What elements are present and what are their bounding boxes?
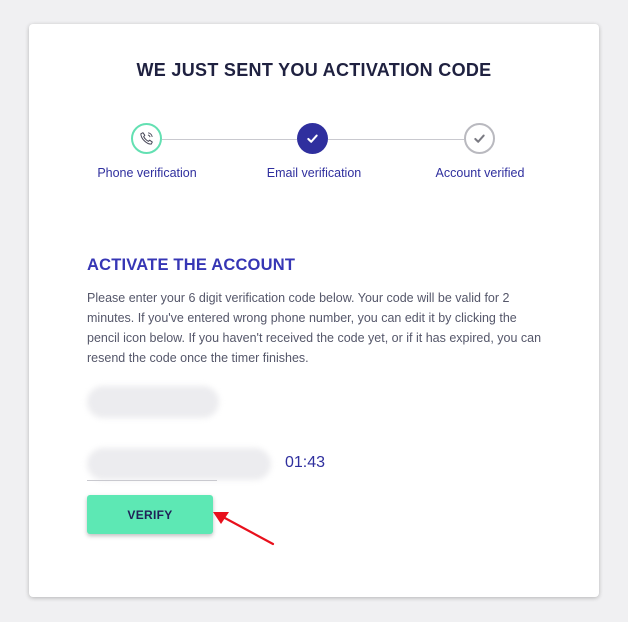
activation-card: WE JUST SENT YOU ACTIVATION CODE Phone v… [29,24,599,597]
countdown-timer: 01:43 [285,454,326,471]
step-label-phone: Phone verification [97,166,197,180]
page-title: WE JUST SENT YOU ACTIVATION CODE [136,60,492,80]
step-phone-verification [131,123,162,154]
step-label-email: Email verification [266,166,362,180]
verify-button[interactable]: VERIFY [87,495,213,534]
step-connector [328,139,464,140]
code-input-underline [87,480,217,481]
instructions-text: Please enter your 6 digit verification c… [87,291,542,365]
step-account-verified [464,123,495,154]
check-icon [307,134,318,143]
step-email-verification [297,123,328,154]
check-icon [474,134,485,143]
step-connector [162,139,297,140]
section-heading: ACTIVATE THE ACCOUNT [87,256,296,274]
phone-number-field[interactable] [87,386,219,418]
verification-code-input[interactable] [87,448,271,480]
phone-icon [140,132,153,145]
annotation-arrow-icon [213,512,275,546]
step-label-account: Account verified [435,166,525,180]
